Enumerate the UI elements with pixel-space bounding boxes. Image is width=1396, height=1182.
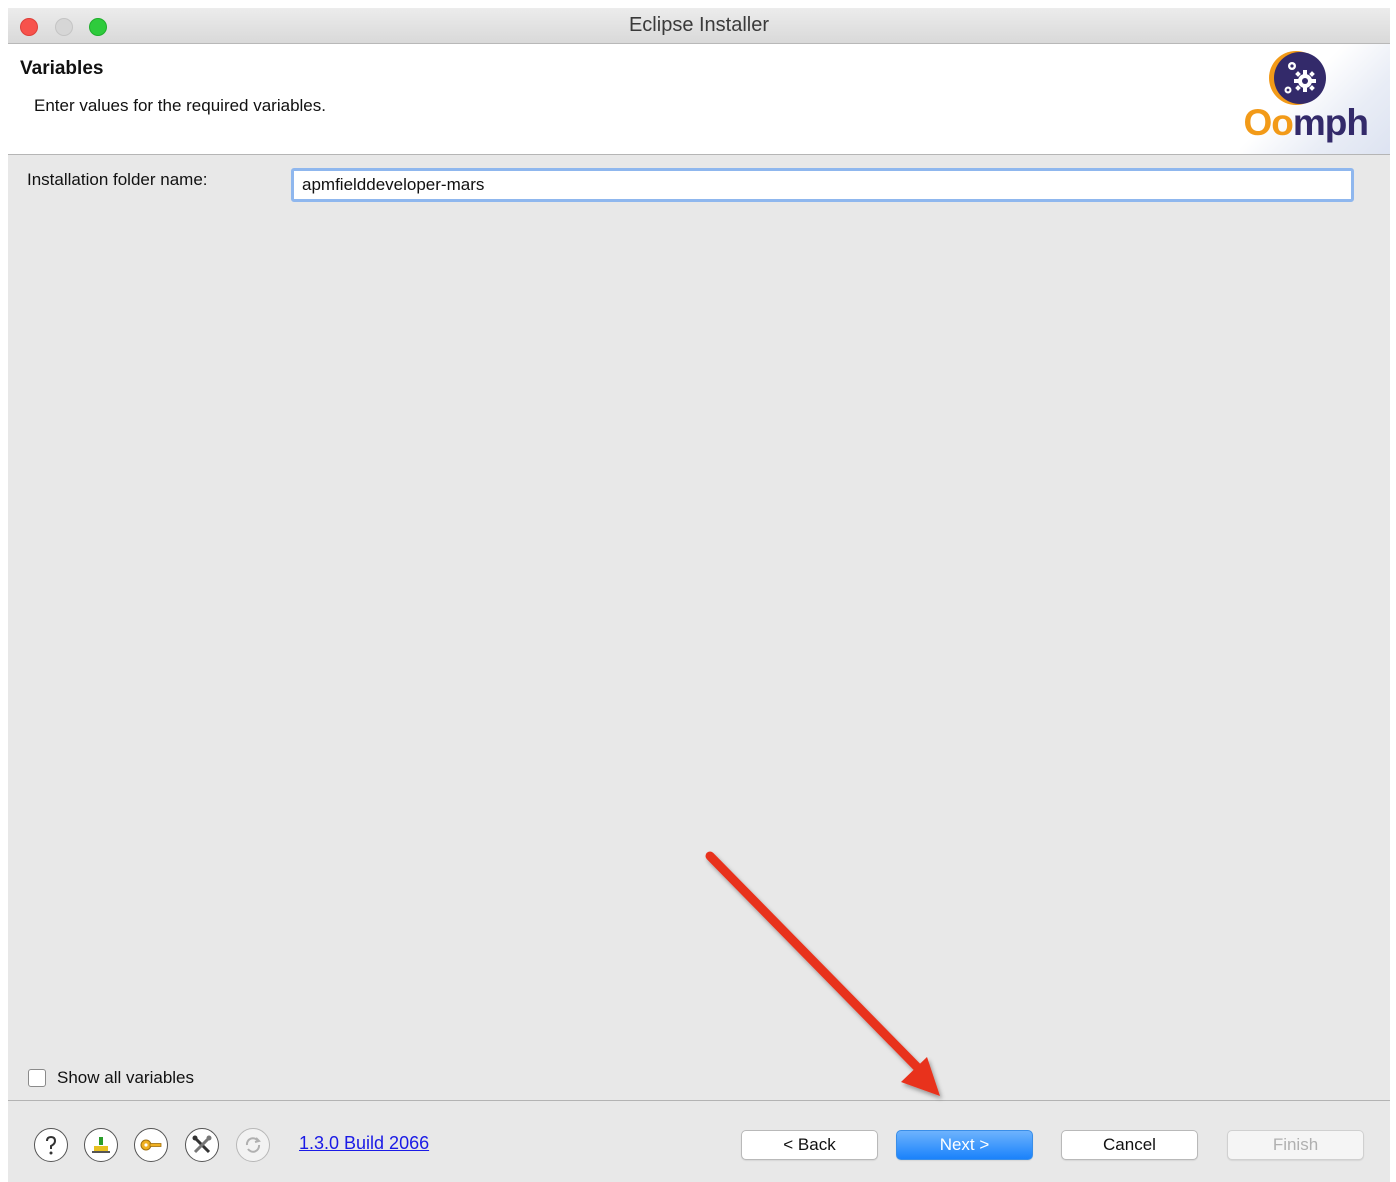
tools-icon[interactable] — [185, 1128, 219, 1162]
bundle-pool-icon[interactable] — [84, 1128, 118, 1162]
footer-separator — [8, 1100, 1390, 1101]
installation-folder-input[interactable] — [291, 168, 1354, 202]
show-all-variables-row[interactable]: Show all variables — [28, 1066, 194, 1090]
installation-folder-label: Installation folder name: — [27, 170, 208, 189]
window-title: Eclipse Installer — [628, 14, 770, 36]
next-button[interactable]: Next > — [896, 1130, 1033, 1160]
show-all-variables-checkbox[interactable] — [28, 1069, 46, 1087]
page-description: Enter values for the required variables. — [34, 96, 326, 115]
oomph-wordmark: Oomph — [1243, 102, 1370, 143]
cancel-button[interactable]: Cancel — [1061, 1130, 1198, 1160]
version-link[interactable]: 1.3.0 Build 2066 — [299, 1133, 429, 1154]
finish-button: Finish — [1227, 1130, 1364, 1160]
help-icon[interactable] — [34, 1128, 68, 1162]
installer-window: Eclipse Installer Variables Enter values… — [8, 8, 1390, 1182]
oomph-gear-icon — [1269, 51, 1326, 105]
page-title: Variables — [20, 58, 104, 79]
oomph-logo: Oomph — [1228, 48, 1370, 152]
key-icon[interactable] — [134, 1128, 168, 1162]
update-icon — [236, 1128, 270, 1162]
back-button[interactable]: < Back — [741, 1130, 878, 1160]
show-all-variables-label[interactable]: Show all variables — [57, 1068, 194, 1088]
wizard-header: Variables Enter values for the required … — [8, 44, 1390, 155]
title-bar: Eclipse Installer — [8, 8, 1390, 44]
